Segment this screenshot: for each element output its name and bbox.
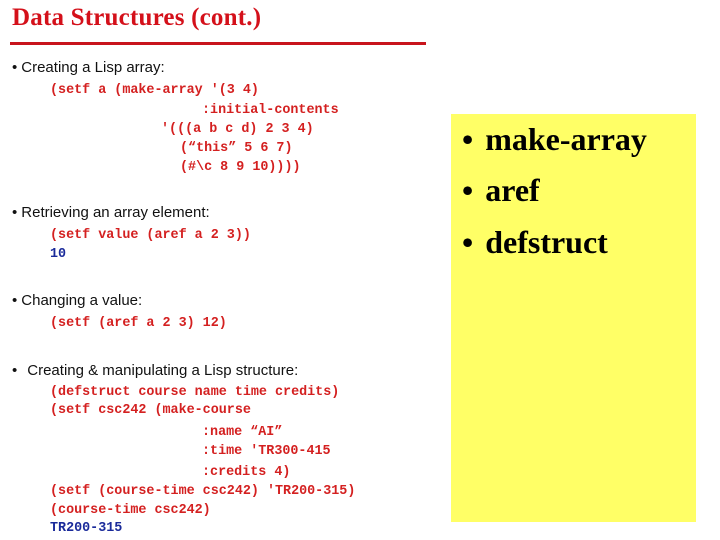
- bullet-dot-icon: •: [462, 172, 474, 208]
- bullet-dot-icon: •: [12, 59, 18, 76]
- code-line: :name “AI”: [202, 425, 283, 440]
- bullet-dot-icon: •: [12, 362, 18, 379]
- bullet-changing-value: • Changing a value:: [12, 292, 142, 309]
- code-line: :time 'TR300-415: [202, 444, 331, 459]
- bullet-dot-icon: •: [12, 204, 18, 221]
- bullet-retrieving-element: • Retrieving an array element:: [12, 204, 210, 221]
- code-line: (“this” 5 6 7): [180, 141, 293, 156]
- code-line: '(((a b c d) 2 3 4): [161, 122, 314, 137]
- code-line: (course-time csc242): [50, 503, 211, 518]
- code-line: (defstruct course name time credits): [50, 385, 340, 400]
- code-line: (setf csc242 (make-course: [50, 403, 251, 418]
- code-line: :initial-contents: [202, 103, 339, 118]
- bullet-text: Changing a value:: [21, 292, 143, 309]
- bullet-text: Creating & manipulating a Lisp structure…: [27, 362, 299, 379]
- highlight-item-text: defstruct: [485, 224, 608, 260]
- code-line: (setf value (aref a 2 3)): [50, 228, 251, 243]
- code-line: (setf (course-time csc242) 'TR200-315): [50, 484, 356, 499]
- title-underline: [10, 42, 426, 45]
- code-line: :credits 4): [202, 465, 291, 480]
- highlight-item-aref: • aref: [462, 172, 540, 209]
- bullet-lisp-structure: • Creating & manipulating a Lisp structur…: [12, 362, 298, 379]
- code-result: 10: [50, 247, 67, 262]
- bullet-dot-icon: •: [12, 292, 18, 309]
- code-line: (#\c 8 9 10)))): [180, 160, 301, 175]
- bullet-text: Creating a Lisp array:: [21, 59, 165, 76]
- code-result: TR200-315: [50, 521, 123, 536]
- bullet-text: Retrieving an array element:: [21, 204, 210, 221]
- bullet-dot-icon: •: [462, 121, 474, 157]
- highlight-item-text: aref: [485, 172, 540, 208]
- highlight-item-make-array: • make-array: [462, 121, 647, 158]
- highlight-item-defstruct: • defstruct: [462, 224, 608, 261]
- slide-title: Data Structures (cont.): [12, 4, 262, 31]
- bullet-creating-array: • Creating a Lisp array:: [12, 59, 165, 76]
- bullet-dot-icon: •: [462, 224, 474, 260]
- code-line: (setf (aref a 2 3) 12): [50, 316, 227, 331]
- code-line: (setf a (make-array '(3 4): [50, 83, 259, 98]
- highlight-item-text: make-array: [485, 121, 647, 157]
